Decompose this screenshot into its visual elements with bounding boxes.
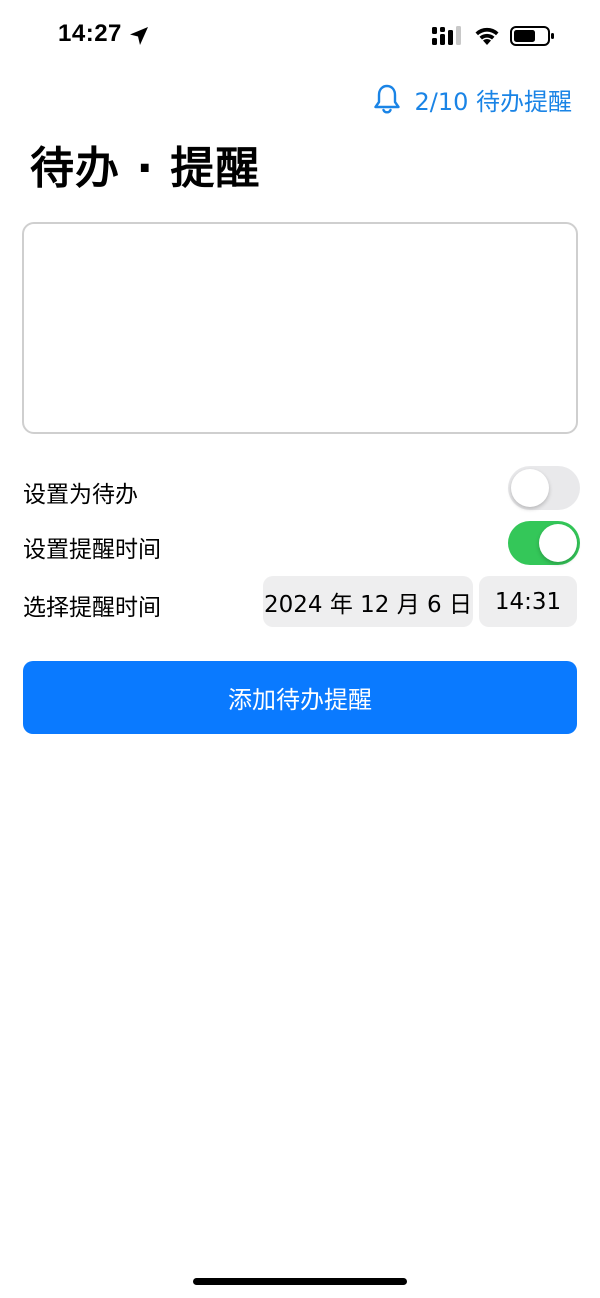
toggle-knob [539, 524, 577, 562]
status-time: 14:27 [58, 20, 122, 47]
home-indicator[interactable] [193, 1278, 407, 1285]
add-todo-reminder-button[interactable]: 添加待办提醒 [23, 661, 577, 734]
todo-content-input[interactable] [22, 222, 578, 434]
todo-reminder-screen: 14:27 2/10 待办提醒 待办 · 提醒 设置为待办 设置提醒时间 选择提… [0, 0, 600, 1298]
reminder-date-picker[interactable]: 2024 年 12 月 6 日 [263, 576, 473, 627]
reminder-count-label: 2/10 待办提醒 [414, 87, 572, 116]
set-as-todo-label: 设置为待办 [23, 482, 138, 508]
cellular-signal-icon [432, 26, 461, 45]
toggle-knob [511, 469, 549, 507]
location-arrow-icon [130, 27, 148, 45]
reminder-time-picker[interactable]: 14:31 [479, 576, 577, 627]
wifi-icon [475, 27, 499, 45]
set-reminder-time-toggle[interactable] [508, 521, 580, 565]
set-as-todo-toggle[interactable] [508, 466, 580, 510]
status-bar: 14:27 [0, 0, 600, 70]
set-reminder-time-label: 设置提醒时间 [23, 537, 161, 563]
battery-icon [510, 26, 554, 46]
reminder-count-button[interactable]: 2/10 待办提醒 [372, 80, 572, 118]
choose-reminder-time-label: 选择提醒时间 [23, 595, 161, 621]
bell-icon [374, 84, 401, 114]
page-title: 待办 · 提醒 [30, 143, 261, 194]
